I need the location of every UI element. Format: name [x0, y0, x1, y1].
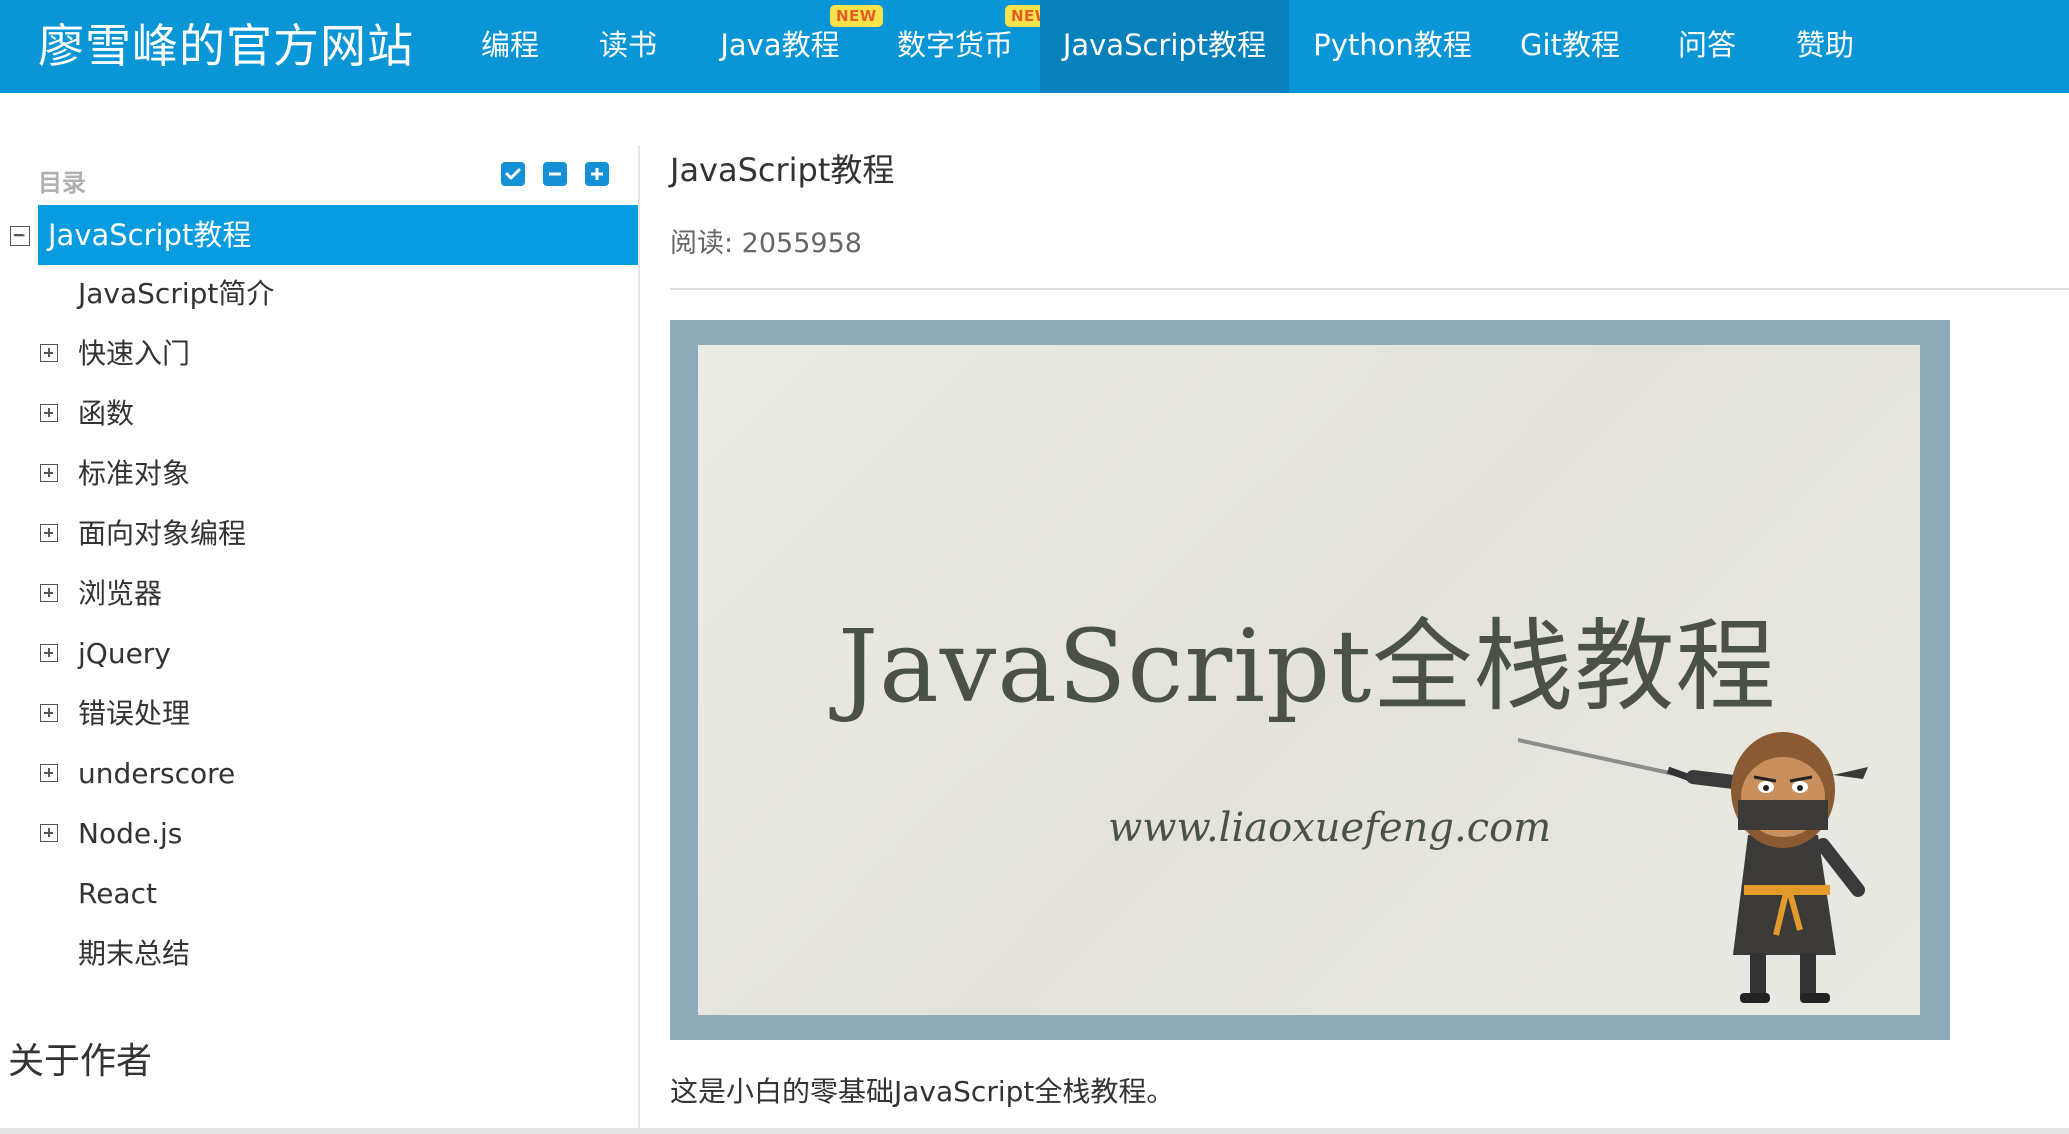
nav-item-crypto[interactable]: 数字货币 NEW: [880, 0, 1058, 93]
toc-item-label: JavaScript简介: [78, 277, 275, 310]
nav-item-label: 编程: [480, 28, 539, 62]
ninja-illustration: [1518, 732, 1868, 1003]
check-icon[interactable]: [501, 162, 525, 186]
toc-title: 目录: [38, 169, 86, 197]
nav-item-label: 读书: [598, 28, 657, 62]
toc-item[interactable]: 面向对象编程: [0, 505, 638, 563]
nav-item-java-tutorial[interactable]: Java教程 NEW: [700, 0, 883, 93]
toc-item-label: Node.js: [78, 817, 183, 850]
sidebar-divider: [638, 145, 640, 1134]
toc-sidebar: 目录 JavaScript教程 JavaScript简介 快速入门函数标准对象面向…: [0, 145, 638, 1134]
banner-heading: JavaScript全栈教程: [838, 608, 1777, 725]
expand-toggle-icon[interactable]: [40, 644, 58, 662]
expand-toggle-icon[interactable]: [40, 584, 58, 602]
title-divider: [670, 288, 2069, 290]
nav-item-label: Java教程: [720, 28, 840, 62]
toc-item[interactable]: 期末总结: [0, 925, 638, 983]
toc-item[interactable]: underscore: [0, 745, 638, 803]
toc-item-label: 期末总结: [78, 937, 191, 970]
toc-item[interactable]: 浏览器: [0, 565, 638, 623]
page-title: JavaScript教程: [670, 151, 895, 189]
banner-canvas: JavaScript全栈教程 www.liaoxuefeng.com: [698, 345, 1920, 1015]
collapse-all-icon[interactable]: [543, 162, 567, 186]
nav-item-qa[interactable]: 问答: [1662, 0, 1752, 93]
toc-item-label: 快速入门: [78, 337, 191, 370]
toc-item-label: 错误处理: [78, 697, 191, 730]
toc-item[interactable]: Node.js: [0, 805, 638, 863]
banner-image: JavaScript全栈教程 www.liaoxuefeng.com: [670, 320, 1950, 1040]
expand-toggle-icon[interactable]: [40, 344, 58, 362]
site-brand[interactable]: 廖雪峰的官方网站: [38, 6, 414, 86]
toc-item[interactable]: 错误处理: [0, 685, 638, 743]
toc-item-label: 浏览器: [78, 577, 163, 610]
page-bottom-border: [0, 1128, 2069, 1134]
nav-item-javascript-tutorial[interactable]: JavaScript教程: [1040, 0, 1289, 93]
article-caption: 这是小白的零基础JavaScript全栈教程。: [670, 1075, 1175, 1108]
toc-item[interactable]: 函数: [0, 385, 638, 443]
toc-item-label: React: [78, 877, 157, 910]
about-author-heading: 关于作者: [8, 1041, 153, 1082]
expand-toggle-icon[interactable]: [40, 524, 58, 542]
banner-url: www.liaoxuefeng.com: [1108, 805, 1552, 851]
nav-item-label: 问答: [1677, 28, 1736, 62]
toc-item[interactable]: React: [0, 865, 638, 923]
nav-item-label: JavaScript教程: [1062, 28, 1267, 62]
nav-item-label: Git教程: [1520, 28, 1620, 62]
expand-toggle-icon[interactable]: [40, 704, 58, 722]
toc-item[interactable]: 标准对象: [0, 445, 638, 503]
nav-item-reading[interactable]: 读书: [583, 0, 673, 93]
read-count: 阅读: 2055958: [670, 228, 862, 259]
toc-item-label: 标准对象: [78, 457, 191, 490]
nav-item-programming[interactable]: 编程: [470, 0, 550, 93]
nav-item-label: 数字货币: [896, 28, 1013, 62]
toc-root-label: JavaScript教程: [48, 218, 252, 252]
nav-item-sponsor[interactable]: 赞助: [1780, 0, 1870, 93]
nav-item-label: Python教程: [1313, 28, 1472, 62]
expand-toggle-icon[interactable]: [40, 824, 58, 842]
expand-toggle-icon[interactable]: [40, 764, 58, 782]
expand-toggle-icon[interactable]: [40, 404, 58, 422]
toc-item[interactable]: 快速入门: [0, 325, 638, 383]
nav-item-git-tutorial[interactable]: Git教程: [1510, 0, 1630, 93]
toc-item[interactable]: jQuery: [0, 625, 638, 683]
main-content: JavaScript教程 阅读: 2055958 JavaScript全栈教程 …: [670, 145, 2069, 1134]
toc-item-label: underscore: [78, 757, 236, 790]
new-badge: NEW: [830, 5, 883, 27]
toc-item-label: 函数: [78, 397, 135, 430]
toc-item-label: 面向对象编程: [78, 517, 247, 550]
toc-item[interactable]: JavaScript简介: [0, 265, 638, 323]
nav-item-label: 赞助: [1795, 28, 1854, 62]
toc-item-label: jQuery: [78, 637, 171, 670]
expand-all-icon[interactable]: [585, 162, 609, 186]
nav-item-python-tutorial[interactable]: Python教程: [1300, 0, 1485, 93]
collapse-toggle-icon[interactable]: [10, 226, 30, 246]
toc-root-item[interactable]: JavaScript教程: [0, 205, 638, 265]
top-nav-bar: 廖雪峰的官方网站 编程 读书 Java教程 NEW 数字货币 NEW JavaS…: [0, 0, 2069, 93]
expand-toggle-icon[interactable]: [40, 464, 58, 482]
